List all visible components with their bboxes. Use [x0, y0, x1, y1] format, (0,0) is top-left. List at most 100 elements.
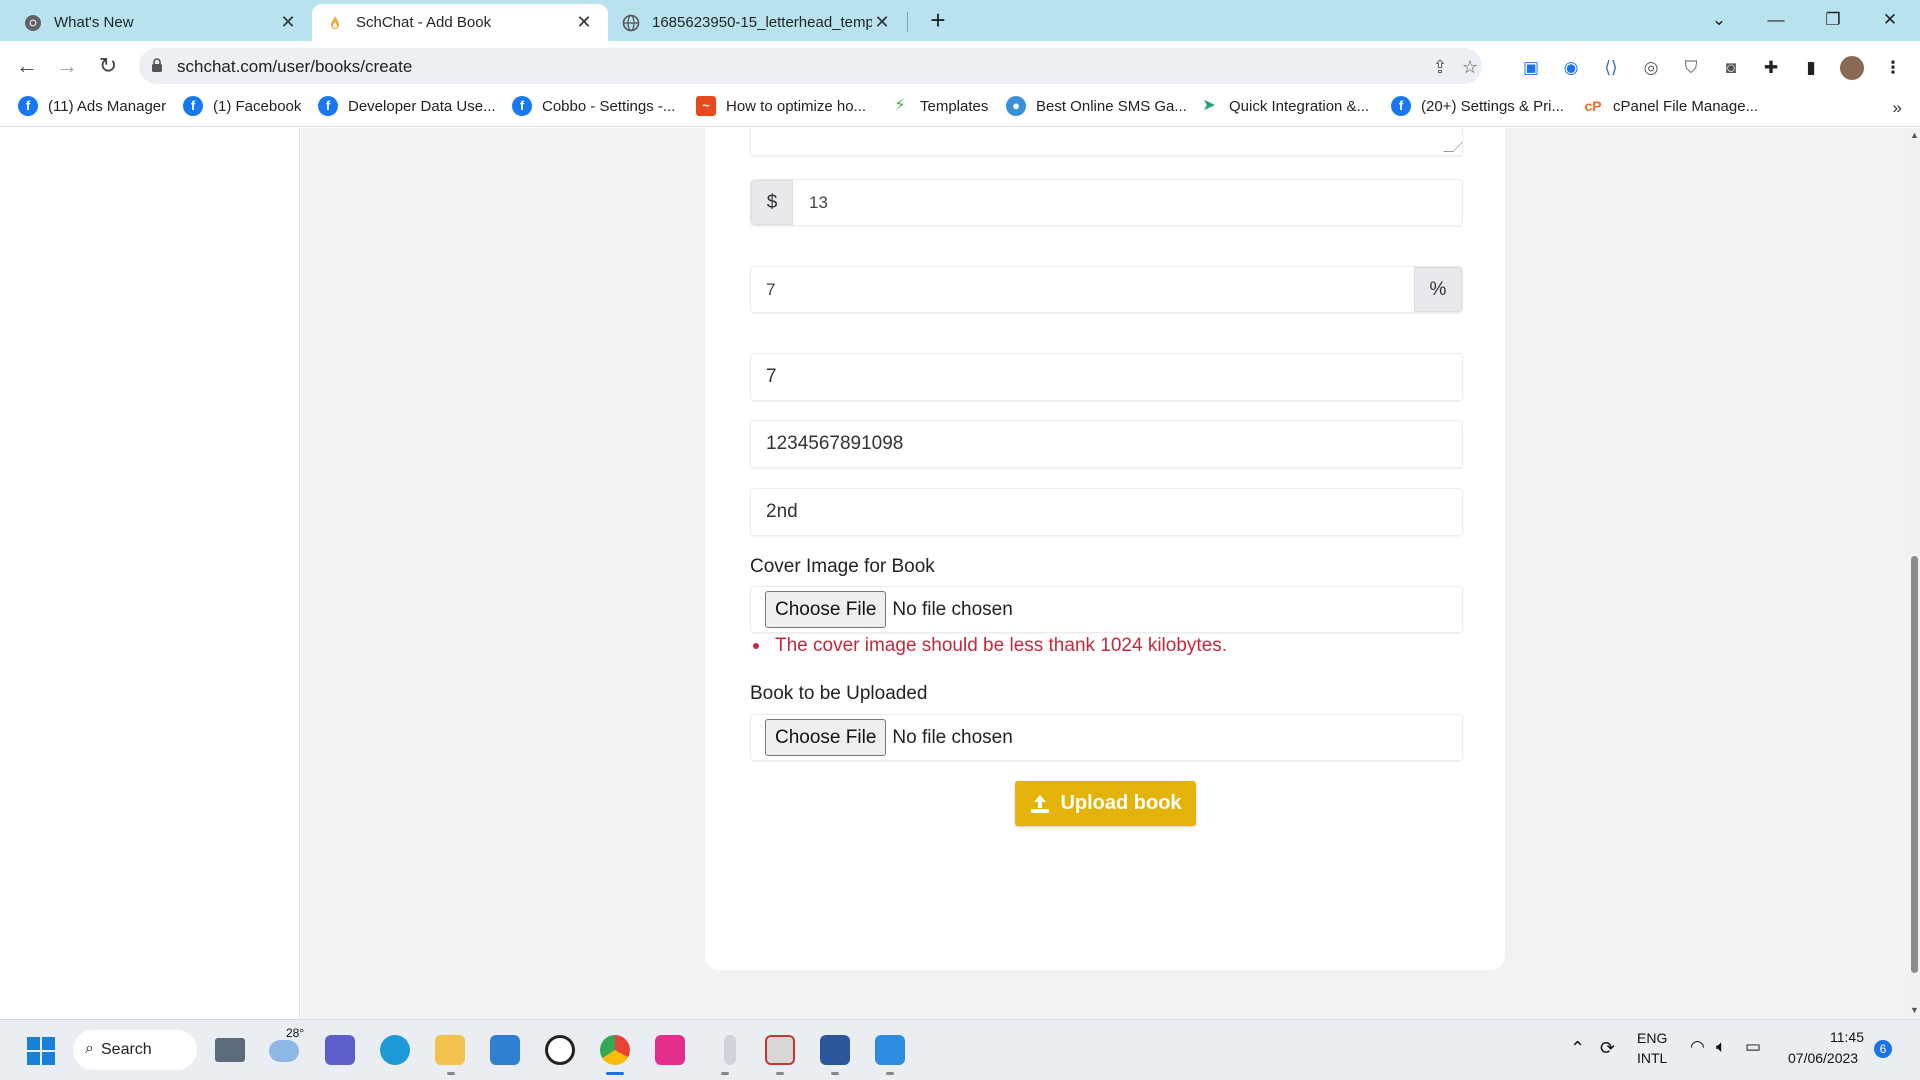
file-explorer-icon[interactable]: [435, 1035, 465, 1065]
bookmark-developer-data[interactable]: f Developer Data Use...: [318, 96, 496, 116]
minimize-icon[interactable]: —: [1753, 6, 1799, 34]
book-file-label: Book to be Uploaded: [750, 683, 928, 704]
bookmark-star-icon[interactable]: ☆: [1459, 56, 1481, 78]
taskbar-search[interactable]: ⌕ Search: [73, 1030, 197, 1070]
restore-icon[interactable]: ❐: [1810, 6, 1856, 34]
edge-icon[interactable]: [380, 1035, 410, 1065]
address-bar[interactable]: schchat.com/user/books/create ⇪ ☆: [139, 48, 1482, 84]
close-icon[interactable]: ✕: [278, 12, 298, 33]
edition-input[interactable]: 2nd: [750, 488, 1463, 536]
search-icon: ⌕: [85, 1040, 94, 1057]
discount-input-group: 7 %: [750, 266, 1463, 313]
bookmark-cobbo-settings[interactable]: f Cobbo - Settings -...: [512, 96, 675, 116]
mail-icon[interactable]: [490, 1035, 520, 1065]
word-icon[interactable]: [820, 1035, 850, 1065]
bookmark-label: Cobbo - Settings -...: [542, 97, 676, 115]
lock-icon: [152, 58, 162, 72]
wamp-icon[interactable]: [655, 1035, 685, 1065]
profile-avatar[interactable]: [1840, 56, 1864, 80]
wifi-icon[interactable]: ◠: [1690, 1037, 1705, 1057]
flame-icon: [331, 15, 339, 29]
isbn-input[interactable]: 1234567891098: [750, 420, 1463, 468]
extension-camera-icon[interactable]: ◙: [1720, 57, 1742, 79]
extensions-puzzle-icon[interactable]: ✚: [1760, 57, 1782, 79]
upload-button-label: Upload book: [1060, 792, 1182, 814]
extension-record-icon[interactable]: ◉: [1560, 57, 1582, 79]
snipping-tool-icon[interactable]: [765, 1035, 795, 1065]
tab-letterhead[interactable]: 1685623950-15_letterhead_temp ✕: [608, 4, 906, 41]
forward-arrow-icon[interactable]: →: [52, 51, 82, 81]
clock-time[interactable]: 11:45: [1830, 1029, 1864, 1045]
bookmark-sms-gateway[interactable]: ● Best Online SMS Ga...: [1006, 96, 1187, 116]
page-scrollbar[interactable]: ▲ ▼: [1909, 128, 1920, 1019]
quantity-input[interactable]: 7: [750, 353, 1463, 401]
chrome-taskbar-icon[interactable]: [600, 1035, 630, 1065]
language-layout[interactable]: INTL: [1637, 1050, 1667, 1066]
facebook-icon: f: [183, 96, 203, 116]
bookmark-cpanel[interactable]: cP cPanel File Manage...: [1583, 96, 1758, 116]
teams-icon[interactable]: [325, 1035, 355, 1065]
main-content: $ 13 7 % 7 1234567891098 2nd Cover Image…: [301, 128, 1909, 1019]
clock-date[interactable]: 07/06/2023: [1788, 1050, 1858, 1066]
scrollbar-thumb[interactable]: [1911, 556, 1918, 973]
bookmark-optimize[interactable]: ~ How to optimize ho...: [696, 96, 866, 116]
running-indicator: [831, 1072, 839, 1075]
battery-icon[interactable]: ▭: [1745, 1037, 1761, 1057]
tab-add-book[interactable]: SchChat - Add Book ✕: [312, 4, 608, 41]
github-icon[interactable]: [545, 1035, 575, 1065]
weather-cloud-icon[interactable]: [269, 1040, 299, 1062]
share-icon[interactable]: ⇪: [1429, 56, 1451, 78]
extension-circle-icon[interactable]: ◎: [1640, 57, 1662, 79]
reload-icon[interactable]: ↻: [93, 51, 123, 81]
windows-start-icon[interactable]: [26, 1036, 56, 1066]
sidebar: [0, 128, 300, 1019]
running-indicator: [447, 1072, 455, 1075]
description-textarea[interactable]: [750, 128, 1463, 156]
scroll-up-arrow-icon[interactable]: ▲: [1909, 130, 1920, 142]
extension-code-icon[interactable]: ⟨⟩: [1600, 57, 1622, 79]
bookmarks-bar: f (11) Ads Manager f (1) Facebook f Develop…: [0, 90, 1920, 127]
menu-kebab-icon[interactable]: ⋮: [1882, 57, 1904, 79]
tab-title: 1685623950-15_letterhead_temp: [652, 14, 872, 31]
close-icon[interactable]: ✕: [872, 12, 892, 33]
microphone-icon[interactable]: [724, 1035, 736, 1065]
bookmark-ads-manager[interactable]: f (11) Ads Manager: [18, 96, 166, 116]
globe-icon: [622, 14, 640, 31]
close-icon[interactable]: ✕: [574, 12, 594, 33]
bookmark-label: (20+) Settings & Pri...: [1421, 97, 1564, 115]
currency-addon: $: [751, 180, 793, 225]
new-tab-button[interactable]: +: [923, 6, 953, 36]
task-view-icon[interactable]: [215, 1038, 245, 1062]
arrow-icon: ➤: [1202, 97, 1216, 114]
back-arrow-icon[interactable]: ←: [12, 51, 42, 81]
book-choose-file-button[interactable]: Choose File: [765, 719, 887, 756]
bookmark-facebook[interactable]: f (1) Facebook: [183, 96, 301, 116]
tab-title: What's New: [54, 14, 134, 31]
bookmark-quick-integration[interactable]: ➤ Quick Integration &...: [1199, 96, 1369, 116]
notification-badge[interactable]: 6: [1874, 1040, 1892, 1058]
price-input[interactable]: 13: [793, 180, 1462, 225]
volume-icon[interactable]: 🔈︎: [1716, 1037, 1726, 1057]
upload-book-button[interactable]: Upload book: [1015, 781, 1196, 826]
page-viewport: $ 13 7 % 7 1234567891098 2nd Cover Image…: [0, 128, 1920, 1019]
bookmarks-overflow-icon[interactable]: »: [1893, 98, 1902, 118]
scroll-down-arrow-icon[interactable]: ▼: [1909, 1005, 1920, 1017]
tab-whats-new[interactable]: What's New ✕: [10, 4, 312, 41]
language-code[interactable]: ENG: [1637, 1030, 1667, 1046]
sync-icon[interactable]: ⟳: [1600, 1038, 1615, 1059]
bookmark-settings-privacy[interactable]: f (20+) Settings & Pri...: [1391, 96, 1564, 116]
discount-input[interactable]: 7: [751, 267, 1414, 312]
extension-shield-icon[interactable]: ⛉: [1680, 57, 1702, 79]
bookmark-templates[interactable]: ⚡ Templates: [890, 96, 988, 116]
side-panel-icon[interactable]: ▮: [1800, 57, 1822, 79]
resize-handle-icon[interactable]: [1443, 142, 1463, 152]
tab-search-chevron-icon[interactable]: ⌄: [1696, 6, 1742, 34]
bookmark-label: cPanel File Manage...: [1613, 97, 1759, 115]
tray-chevron-icon[interactable]: ⌃: [1570, 1038, 1585, 1059]
search-label: Search: [101, 1041, 152, 1058]
window-close-icon[interactable]: ✕: [1867, 6, 1913, 34]
tab-strip: What's New ✕ SchChat - Add Book ✕ 168562…: [0, 0, 1920, 41]
cover-choose-file-button[interactable]: Choose File: [765, 591, 887, 628]
extension-fi-icon[interactable]: ▣: [1520, 57, 1542, 79]
paint-icon[interactable]: [875, 1035, 905, 1065]
